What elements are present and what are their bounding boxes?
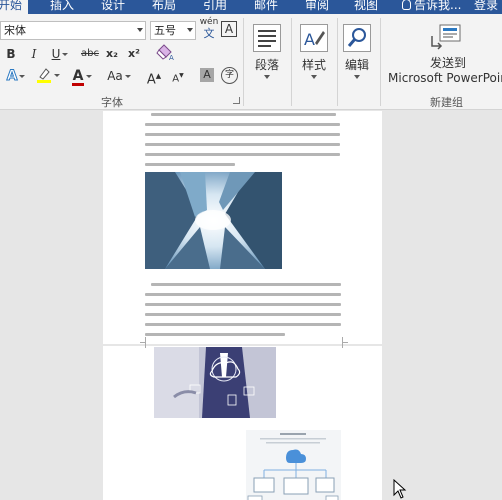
tab-layout[interactable]: 布局 bbox=[152, 0, 176, 14]
font-size-combobox[interactable]: 五号 bbox=[150, 21, 196, 40]
tab-review[interactable]: 审阅 bbox=[305, 0, 329, 14]
tab-view[interactable]: 视图 bbox=[354, 0, 378, 14]
chevron-down-icon[interactable] bbox=[311, 75, 317, 79]
svg-text:A: A bbox=[169, 54, 174, 61]
bold-button[interactable]: B bbox=[5, 45, 17, 63]
eraser-icon: A bbox=[156, 44, 174, 62]
paragraph-label: 段落 bbox=[254, 58, 279, 72]
group-separator bbox=[380, 18, 381, 106]
clear-formatting-button[interactable]: A bbox=[155, 43, 177, 62]
phonetic-guide-button[interactable]: wén 文 bbox=[199, 17, 219, 43]
change-case-label: Aa bbox=[107, 69, 123, 83]
chevron-down-icon[interactable] bbox=[124, 75, 131, 78]
document-page[interactable] bbox=[103, 111, 382, 344]
text-line bbox=[145, 333, 285, 336]
phonetic-pinyin-text: wén bbox=[199, 17, 219, 27]
document-page[interactable] bbox=[103, 342, 382, 500]
chevron-down-icon[interactable] bbox=[354, 75, 360, 79]
chevron-down-icon[interactable] bbox=[54, 74, 60, 77]
char-shading-button[interactable]: A bbox=[200, 68, 214, 82]
tab-design[interactable]: 设计 bbox=[101, 0, 125, 14]
paragraph-icon bbox=[253, 24, 281, 52]
text-line bbox=[145, 143, 340, 146]
grow-font-button[interactable]: A▲ bbox=[146, 67, 162, 88]
text-line bbox=[151, 113, 336, 116]
ribbon: 宋体 五号 wén 文 A B I U abc x₂ x² A A A Aa A… bbox=[0, 14, 502, 110]
chevron-down-icon[interactable] bbox=[19, 75, 26, 78]
font-group-label: 字体 bbox=[101, 96, 123, 109]
send-to-powerpoint-icon bbox=[430, 22, 464, 52]
margin-corner-mark bbox=[342, 342, 348, 348]
chevron-down-icon[interactable] bbox=[137, 28, 143, 32]
text-line bbox=[145, 133, 340, 136]
font-size-value: 五号 bbox=[154, 24, 176, 37]
chevron-down-icon[interactable] bbox=[264, 75, 270, 79]
group-separator bbox=[291, 18, 292, 106]
highlighter-icon bbox=[37, 68, 51, 83]
phonetic-char-text: 文 bbox=[203, 27, 215, 40]
superscript-button[interactable]: x² bbox=[126, 45, 142, 63]
tab-mailings[interactable]: 邮件 bbox=[254, 0, 278, 14]
tell-me-search[interactable]: 告诉我... bbox=[402, 0, 461, 14]
tab-insert[interactable]: 插入 bbox=[50, 0, 74, 14]
skyscraper-image[interactable] bbox=[145, 172, 282, 269]
group-separator bbox=[337, 18, 338, 106]
chevron-down-icon[interactable] bbox=[187, 28, 193, 32]
font-color-swatch bbox=[72, 83, 84, 86]
highlight-color-button[interactable] bbox=[34, 67, 62, 85]
group-separator bbox=[243, 18, 244, 106]
login-link[interactable]: 登录 bbox=[474, 0, 498, 14]
lightbulb-icon bbox=[402, 0, 411, 10]
underline-button[interactable]: U bbox=[48, 45, 72, 63]
svg-text:A: A bbox=[304, 30, 315, 49]
magnifier-icon bbox=[343, 24, 371, 52]
text-effects-label: A bbox=[6, 68, 18, 85]
styles-button[interactable]: A 样式 bbox=[297, 24, 331, 79]
text-line bbox=[145, 163, 235, 166]
text-effects-button[interactable]: A bbox=[2, 67, 30, 85]
text-line bbox=[145, 123, 340, 126]
editing-label: 编辑 bbox=[344, 58, 369, 72]
shrink-font-button[interactable]: A▼ bbox=[170, 67, 186, 85]
cloud-infographic-image[interactable] bbox=[246, 430, 341, 500]
text-line bbox=[145, 323, 341, 326]
editing-button[interactable]: 编辑 bbox=[340, 24, 374, 79]
text-line bbox=[145, 303, 341, 306]
strikethrough-button[interactable]: abc bbox=[79, 45, 101, 63]
margin-corner-mark bbox=[140, 342, 146, 348]
text-line bbox=[145, 153, 340, 156]
text-line bbox=[145, 293, 341, 296]
new-group-label: 新建组 bbox=[430, 96, 463, 109]
char-border-button[interactable]: A bbox=[221, 21, 237, 37]
underline-label: U bbox=[51, 47, 61, 61]
styles-icon: A bbox=[300, 24, 328, 52]
paragraph-button[interactable]: 段落 bbox=[250, 24, 284, 79]
font-name-combobox[interactable]: 宋体 bbox=[0, 21, 146, 40]
font-dialog-launcher[interactable] bbox=[233, 97, 240, 104]
enclose-characters-button[interactable]: 字 bbox=[221, 67, 238, 84]
styles-label: 样式 bbox=[301, 58, 326, 72]
cloud-business-image[interactable] bbox=[154, 347, 276, 418]
send-to-label-line1: 发送到 bbox=[430, 56, 467, 70]
grow-font-label: A bbox=[146, 72, 156, 88]
tell-me-label: 告诉我... bbox=[414, 0, 462, 12]
font-name-value: 宋体 bbox=[4, 24, 26, 37]
subscript-button[interactable]: x₂ bbox=[104, 45, 120, 63]
tab-home[interactable]: 开始 bbox=[0, 0, 29, 14]
text-line bbox=[145, 313, 341, 316]
change-case-button[interactable]: Aa bbox=[103, 67, 135, 85]
mouse-cursor-icon bbox=[393, 479, 407, 499]
tab-references[interactable]: 引用 bbox=[203, 0, 227, 14]
chevron-down-icon[interactable] bbox=[62, 53, 69, 56]
italic-button[interactable]: I bbox=[28, 45, 40, 63]
font-color-button[interactable]: A bbox=[68, 67, 96, 86]
send-to-label-line2: Microsoft PowerPoint bbox=[388, 71, 502, 85]
document-area[interactable] bbox=[0, 111, 502, 500]
text-line bbox=[151, 283, 341, 286]
chevron-down-icon[interactable] bbox=[86, 75, 92, 78]
send-to-powerpoint-button[interactable]: 发送到 Microsoft PowerPoint bbox=[384, 22, 502, 85]
font-color-letter: A bbox=[72, 68, 84, 84]
ribbon-tab-bar: 开始 插入 设计 布局 引用 邮件 审阅 视图 告诉我... 登录 bbox=[0, 0, 502, 14]
